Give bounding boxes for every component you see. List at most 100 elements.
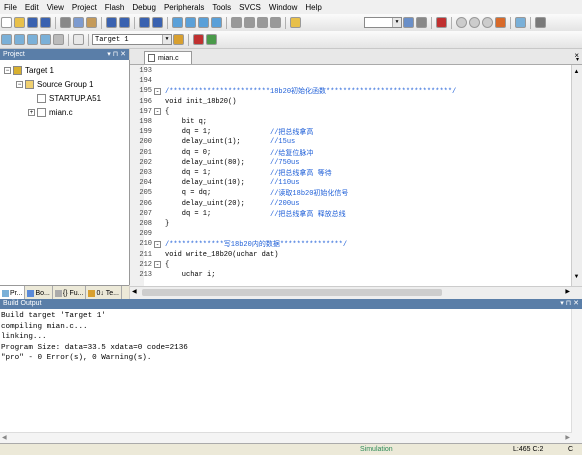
menu-window[interactable]: Window [265,3,301,12]
code-line[interactable]: 212-{ [130,260,169,270]
save-all-icon[interactable] [40,17,51,28]
rebuild-icon[interactable] [27,34,38,45]
manage-components-icon[interactable] [193,34,204,45]
menu-flash[interactable]: Flash [101,3,129,12]
fold-toggle-icon[interactable]: - [154,261,161,269]
tab-books[interactable]: Bo... [25,286,53,300]
code-line[interactable]: 194 [130,76,165,86]
translate-icon[interactable] [1,34,12,45]
option-b-icon[interactable] [469,17,480,28]
menu-help[interactable]: Help [301,3,325,12]
indent-icon[interactable] [231,17,242,28]
menu-svcs[interactable]: SVCS [235,3,265,12]
tab-mian-c[interactable]: mian.c [144,51,192,64]
scroll-left-icon[interactable]: ◀ [132,288,137,295]
horizontal-scroll-thumb[interactable] [142,289,442,296]
config-icon[interactable] [495,17,506,28]
wrench-icon[interactable] [535,17,546,28]
code-line[interactable]: 211 void write_18b20(uchar dat) [130,250,278,260]
tree-item[interactable]: − Target 1 [4,64,54,76]
comment-icon[interactable] [257,17,268,28]
scroll-right-icon[interactable]: ▶ [565,434,570,441]
build-panel-controls[interactable]: ▾ ⊓ ✕ [560,299,579,309]
code-line[interactable]: 200 delay_uint(1); //15us [130,137,295,147]
code-line[interactable]: 210-/*************写18b20内的数据************… [130,239,347,249]
tree-item[interactable]: − Source Group 1 [16,78,93,90]
save-icon[interactable] [27,17,38,28]
build-icon[interactable] [14,34,25,45]
code-line[interactable]: 198 bit q; [130,117,207,127]
clear-bookmarks-icon[interactable] [211,17,222,28]
tab-list-icon[interactable]: ▾ [576,56,579,63]
tree-item[interactable]: + mian.c [28,106,73,118]
collapse-icon[interactable]: − [16,80,23,88]
chevron-down-icon[interactable]: ▼ [162,35,171,44]
build-vertical-scrollbar[interactable] [571,309,582,443]
panel-controls[interactable]: ▾ ⊓ ✕ [107,49,126,60]
bookmark-icon[interactable] [172,17,183,28]
cut-icon[interactable] [60,17,71,28]
code-line[interactable]: 207 dq = 1; //把总线拿高 释放总线 [130,209,345,219]
code-line[interactable]: 208} [130,219,169,229]
target-options-icon[interactable] [173,34,184,45]
code-line[interactable]: 201 dq = 0; //给复位脉冲 [130,148,313,158]
stop-build-icon[interactable] [53,34,64,45]
scroll-left-icon[interactable]: ◀ [2,434,7,441]
back-icon[interactable] [139,17,150,28]
editor-vertical-scrollbar[interactable]: ▲ ▼ [571,65,582,286]
scroll-up-icon[interactable]: ▲ [573,69,580,77]
code-line[interactable]: 209 [130,229,165,239]
insert-template-icon[interactable] [416,17,427,28]
code-line[interactable]: 193 [130,66,165,76]
find-files-icon[interactable] [290,17,301,28]
undo-icon[interactable] [106,17,117,28]
new-file-icon[interactable] [1,17,12,28]
chevron-down-icon[interactable]: ▼ [392,18,401,27]
debug-icon[interactable] [436,17,447,28]
menu-view[interactable]: View [43,3,68,12]
copy-icon[interactable] [73,17,84,28]
code-line[interactable]: 197-{ [130,107,169,117]
code-line[interactable]: 196 void init_18b20() [130,97,236,107]
option-c-icon[interactable] [482,17,493,28]
prev-bookmark-icon[interactable] [185,17,196,28]
menu-file[interactable]: File [0,3,21,12]
scroll-right-icon[interactable]: ▶ [565,288,570,295]
scroll-down-icon[interactable]: ▼ [573,274,580,282]
menu-edit[interactable]: Edit [21,3,43,12]
target-select[interactable]: Target 1 ▼ [92,34,172,45]
tree-item[interactable]: STARTUP.A51 [28,92,101,104]
code-line[interactable]: 195-/************************18b20初始化函数*… [130,86,456,96]
tab-functions[interactable]: {} Fu... [52,286,87,300]
fold-toggle-icon[interactable]: - [154,240,161,248]
find-combo[interactable]: ▼ [364,17,402,28]
open-icon[interactable] [14,17,25,28]
download-icon[interactable] [73,34,84,45]
code-line[interactable]: 202 delay_uint(80); //750us [130,158,299,168]
menu-peripherals[interactable]: Peripherals [160,3,208,12]
code-line[interactable]: 203 dq = 1; //把总线拿高 等待 [130,168,331,178]
code-line[interactable]: 213 uchar i; [130,270,215,280]
code-line[interactable]: 199 dq = 1; //把总线拿高 [130,127,313,137]
fold-toggle-icon[interactable]: - [154,108,161,116]
fold-toggle-icon[interactable]: - [154,87,161,95]
window-layout-icon[interactable] [515,17,526,28]
paste-icon[interactable] [86,17,97,28]
redo-icon[interactable] [119,17,130,28]
forward-icon[interactable] [152,17,163,28]
editor-horizontal-scrollbar[interactable]: ◀ ▶ [130,286,582,299]
collapse-icon[interactable]: − [4,66,11,74]
file-extensions-icon[interactable] [206,34,217,45]
next-bookmark-icon[interactable] [198,17,209,28]
option-a-icon[interactable] [456,17,467,28]
menu-debug[interactable]: Debug [128,3,160,12]
search-icon[interactable] [403,17,414,28]
unindent-icon[interactable] [244,17,255,28]
code-line[interactable]: 205 q = dq; //读取18b20初始化信号 [130,188,348,198]
code-line[interactable]: 204 delay_uint(10); //110us [130,178,299,188]
menu-project[interactable]: Project [68,3,101,12]
tab-project[interactable]: Pr... [0,286,26,300]
code-line[interactable]: 206 delay_uint(20); //200us [130,199,299,209]
uncomment-icon[interactable] [270,17,281,28]
menu-tools[interactable]: Tools [208,3,235,12]
